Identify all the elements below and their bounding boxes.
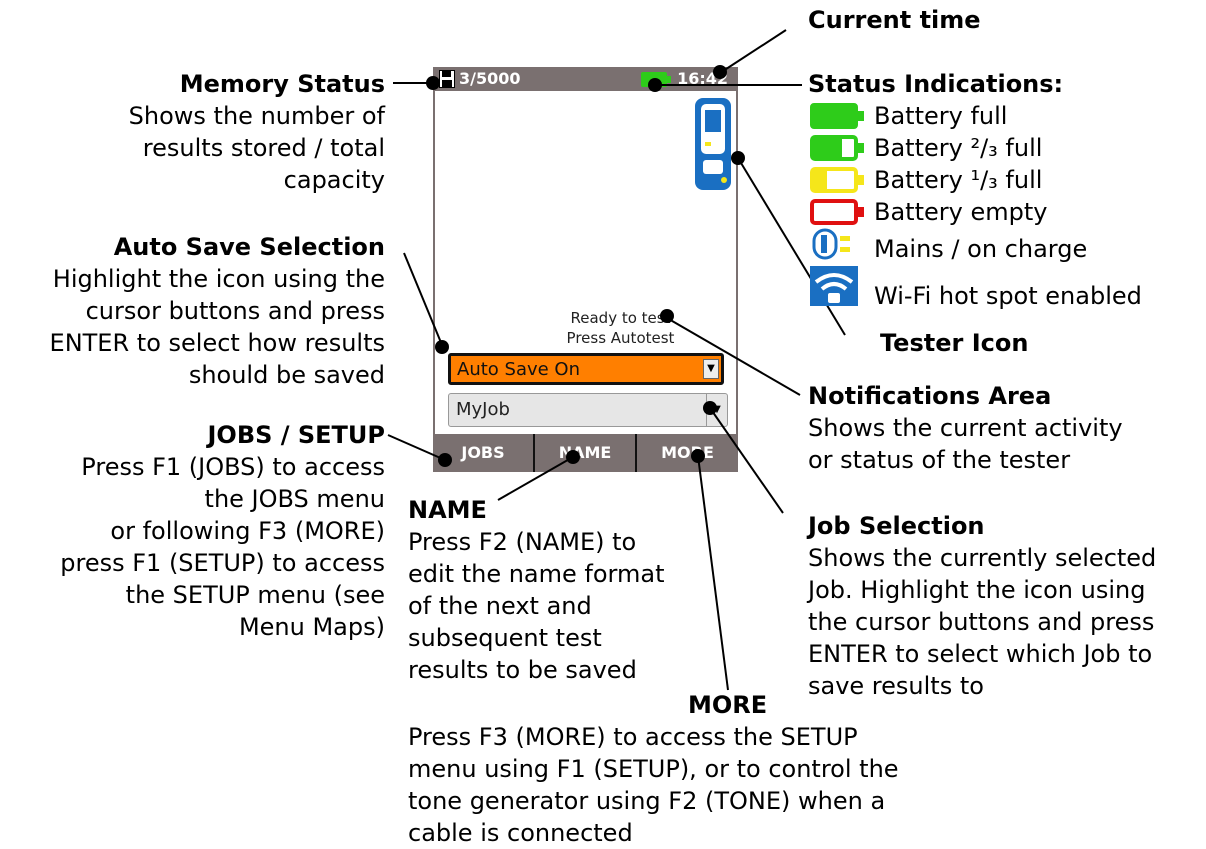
more-desc: cable is connected (408, 819, 633, 847)
name-desc: subsequent test (408, 624, 602, 652)
status-wifi-hotspot-label: Wi-Fi hot spot enabled (874, 282, 1142, 310)
battery-one-third-icon (810, 167, 864, 193)
auto-save-desc: should be saved (188, 361, 385, 389)
status-battery-full-label: Battery full (874, 102, 1008, 130)
jobs-setup-title: JOBS / SETUP (207, 421, 385, 449)
jobs-setup-desc: press F1 (SETUP) to access (60, 549, 385, 577)
jobs-setup-desc: the JOBS menu (204, 485, 385, 513)
battery-full-icon (810, 103, 864, 129)
battery-two-thirds-icon (810, 135, 864, 161)
status-battery-two-thirds-label: Battery ²/₃ full (874, 134, 1043, 162)
auto-save-title: Auto Save Selection (113, 233, 385, 261)
memory-status-title: Memory Status (179, 70, 385, 98)
status-battery-empty-label: Battery empty (874, 198, 1048, 226)
name-desc: edit the name format (408, 560, 665, 588)
wifi-hotspot-icon (810, 266, 858, 306)
job-selection-desc: Shows the currently selected (808, 544, 1157, 572)
status-mains-charge-label: Mains / on charge (874, 235, 1088, 263)
mains-charge-icon (812, 228, 850, 260)
memory-status-desc: results stored / total (142, 134, 385, 162)
name-desc: of the next and (408, 592, 592, 620)
notifications-desc: Shows the current activity (808, 414, 1123, 442)
status-indications-title: Status Indications: (808, 70, 1064, 98)
name-title: NAME (408, 496, 487, 524)
battery-empty-icon (810, 199, 864, 225)
memory-status-desc: Shows the number of (128, 102, 385, 130)
job-selection-desc: the cursor buttons and press (808, 608, 1155, 636)
job-selection-desc: Job. Highlight the icon using (808, 576, 1146, 604)
jobs-setup-desc: Press F1 (JOBS) to access (81, 453, 385, 481)
memory-status-desc: capacity (283, 166, 385, 194)
job-selection-desc: ENTER to select which Job to (808, 640, 1153, 668)
auto-save-desc: ENTER to select how results (49, 329, 385, 357)
more-title: MORE (688, 691, 768, 719)
auto-save-desc: Highlight the icon using the (52, 265, 385, 293)
more-desc: Press F3 (MORE) to access the SETUP (408, 723, 858, 751)
notifications-title: Notifications Area (808, 382, 1052, 410)
jobs-setup-desc: or following F3 (MORE) (110, 517, 385, 545)
tester-icon-title: Tester Icon (880, 329, 1029, 357)
current-time-title: Current time (808, 6, 981, 34)
name-desc: Press F2 (NAME) to (408, 528, 637, 556)
jobs-setup-desc: Menu Maps) (238, 613, 385, 641)
job-selection-desc: save results to (808, 672, 984, 700)
job-selection-title: Job Selection (808, 512, 985, 540)
notifications-desc: or status of the tester (808, 446, 1071, 474)
name-desc: results to be saved (408, 656, 637, 684)
status-battery-one-third-label: Battery ¹/₃ full (874, 166, 1043, 194)
more-desc: menu using F1 (SETUP), or to control the (408, 755, 899, 783)
more-desc: tone generator using F2 (TONE) when a (408, 787, 886, 815)
auto-save-desc: cursor buttons and press (85, 297, 385, 325)
jobs-setup-desc: the SETUP menu (see (125, 581, 385, 609)
